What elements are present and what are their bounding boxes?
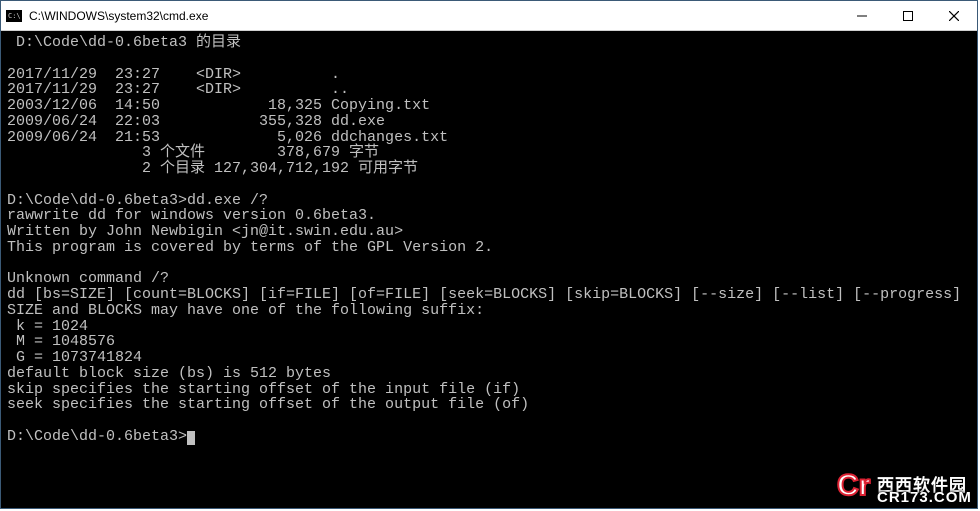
output-line: dd [bs=SIZE] [count=BLOCKS] [if=FILE] [o… bbox=[7, 286, 961, 303]
dir-entry: 2009/06/24 21:53 5,026 ddchanges.txt bbox=[7, 129, 448, 146]
window-buttons bbox=[839, 1, 977, 30]
svg-text:C:\: C:\ bbox=[8, 12, 21, 20]
dir-summary-files: 3 个文件 378,679 字节 bbox=[7, 144, 379, 161]
dir-summary-dirs: 2 个目录 127,304,712,192 可用字节 bbox=[7, 160, 418, 177]
terminal-area[interactable]: D:\Code\dd-0.6beta3 的目录 2017/11/29 23:27… bbox=[1, 31, 977, 508]
watermark-url: CR173.COM bbox=[877, 489, 972, 506]
output-line: k = 1024 bbox=[7, 318, 88, 335]
output-line: Unknown command /? bbox=[7, 270, 169, 287]
dir-header-line: D:\Code\dd-0.6beta3 的目录 bbox=[7, 34, 241, 51]
output-line: SIZE and BLOCKS may have one of the foll… bbox=[7, 302, 484, 319]
terminal-output: D:\Code\dd-0.6beta3 的目录 2017/11/29 23:27… bbox=[7, 35, 971, 445]
cmd-icon: C:\ bbox=[1, 10, 27, 22]
title-bar[interactable]: C:\ C:\WINDOWS\system32\cmd.exe bbox=[1, 1, 977, 31]
dir-entry: 2017/11/29 23:27 <DIR> . bbox=[7, 66, 340, 83]
watermark-text-cn: 西西软件园 bbox=[877, 471, 967, 496]
command-prompt: D:\Code\dd-0.6beta3> bbox=[7, 428, 187, 445]
window-title: C:\WINDOWS\system32\cmd.exe bbox=[27, 9, 839, 23]
text-cursor bbox=[187, 431, 195, 445]
cmd-window: C:\ C:\WINDOWS\system32\cmd.exe D:\Code\… bbox=[0, 0, 978, 509]
output-line: M = 1048576 bbox=[7, 333, 115, 350]
command-prompt: D:\Code\dd-0.6beta3> bbox=[7, 192, 187, 209]
dir-entry: 2017/11/29 23:27 <DIR> .. bbox=[7, 81, 349, 98]
minimize-button[interactable] bbox=[839, 1, 885, 30]
output-line: rawwrite dd for windows version 0.6beta3… bbox=[7, 207, 376, 224]
maximize-button[interactable] bbox=[885, 1, 931, 30]
watermark: Cr 西西软件园 CR173.COM bbox=[837, 471, 975, 506]
close-button[interactable] bbox=[931, 1, 977, 30]
dir-entry: 2009/06/24 22:03 355,328 dd.exe bbox=[7, 113, 385, 130]
watermark-logo: Cr bbox=[837, 471, 870, 501]
output-line: seek specifies the starting offset of th… bbox=[7, 396, 529, 413]
output-line: skip specifies the starting offset of th… bbox=[7, 381, 520, 398]
typed-command: dd.exe /? bbox=[187, 192, 268, 209]
output-line: default block size (bs) is 512 bytes bbox=[7, 365, 331, 382]
output-line: G = 1073741824 bbox=[7, 349, 142, 366]
dir-entry: 2003/12/06 14:50 18,325 Copying.txt bbox=[7, 97, 430, 114]
output-line: Written by John Newbigin <jn@it.swin.edu… bbox=[7, 223, 403, 240]
output-line: This program is covered by terms of the … bbox=[7, 239, 493, 256]
